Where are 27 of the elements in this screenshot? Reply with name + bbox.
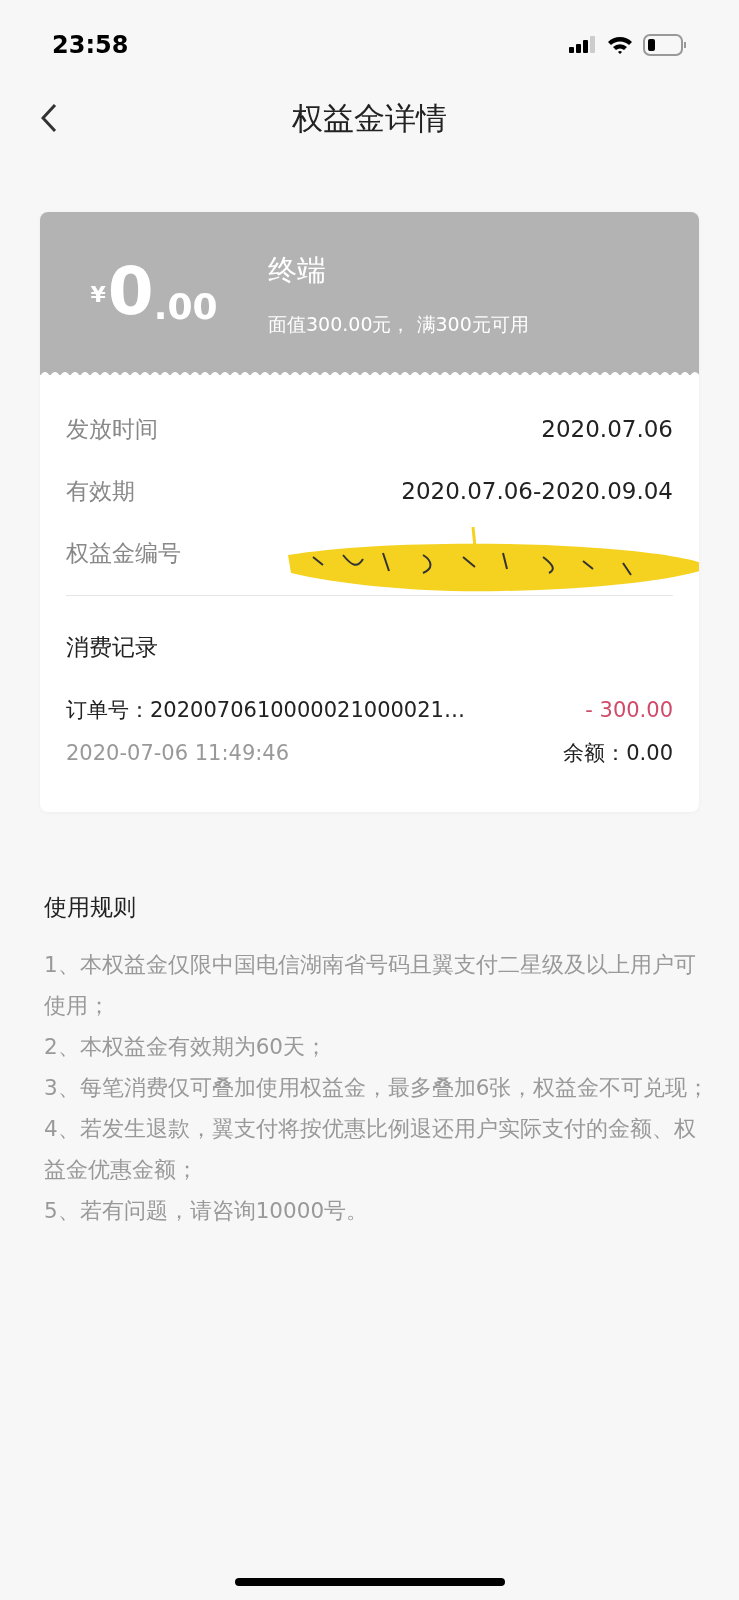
wifi-icon [607, 35, 633, 55]
rules-title: 使用规则 [44, 892, 137, 922]
rule-text: 2、本权益金有效期为60天； [44, 1033, 329, 1061]
amount-decimal: .00 [153, 288, 218, 325]
page-title: 权益金详情 [292, 98, 447, 138]
detail-value: 2020.07.06 [541, 414, 673, 444]
record-time: 2020-07-06 11:49:46 [66, 740, 290, 767]
balance: 余额：0.00 [563, 740, 673, 767]
coupon-name: 终端 [268, 251, 327, 289]
order-number: 订单号：2020070610000021000021… [66, 696, 465, 724]
detail-label: 有效期 [66, 476, 135, 506]
record-amount: - 300.00 [585, 696, 673, 724]
currency-symbol: ¥ [90, 280, 106, 309]
battery-icon [643, 34, 687, 56]
rule-text: 4、若发生退款，翼支付将按优惠比例退还用户实际支付的金额、权益金优惠金额； [44, 1115, 697, 1184]
rule-text: 1、本权益金仅限中国电信湖南省号码且翼支付二星级及以上用户可使用； [44, 951, 697, 1020]
detail-label: 发放时间 [66, 414, 158, 444]
rule-text: 5、若有问题，请咨询10000号。 [44, 1197, 370, 1225]
records-title: 消费记录 [66, 633, 159, 662]
signal-icon [569, 35, 597, 55]
rule-text: 3、每笔消费仅可叠加使用权益金，最多叠加6张，权益金不可兑现； [44, 1074, 711, 1102]
detail-label: 权益金编号 [66, 538, 181, 568]
back-icon [41, 103, 57, 133]
coupon-description: 面值300.00元， 满300元可用 [268, 312, 529, 337]
detail-value: 2020.07.06-2020.09.04 [401, 476, 673, 506]
status-time: 23:58 [52, 30, 129, 61]
amount-integer: 0 [107, 258, 154, 325]
